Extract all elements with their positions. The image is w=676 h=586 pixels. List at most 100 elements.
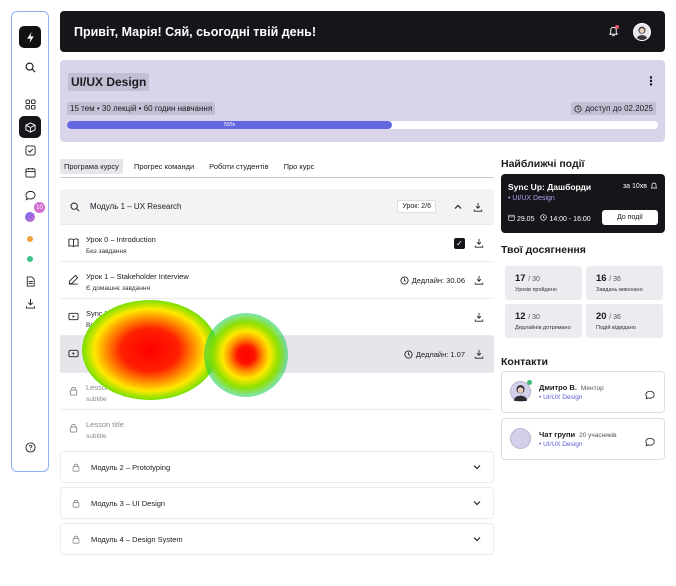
lesson-subtitle: Відеозап [86, 322, 113, 329]
access-text: доступ до 02.2025 [585, 104, 653, 113]
clock-icon [540, 214, 548, 221]
more-menu-icon[interactable]: ⋮ [645, 74, 657, 88]
achievement-value: 17 / 30 [515, 273, 540, 284]
download-icon[interactable] [472, 201, 484, 213]
go-to-event-button[interactable]: До події [602, 210, 658, 225]
event-time: 14:00 - 16:00 [540, 214, 591, 223]
event-time-text: 14:00 - 16:00 [549, 216, 591, 223]
clock-icon [404, 349, 413, 359]
tab-student-works[interactable]: Роботи студентів [205, 159, 272, 174]
help-icon[interactable] [19, 436, 41, 458]
lesson-item-locked[interactable]: Lesson title subtitle [60, 409, 494, 450]
lesson-title: Урок 0 – Introduction [86, 235, 156, 244]
contact-tag: • UI/UX Design [539, 441, 583, 448]
lightning-icon[interactable] [19, 26, 41, 48]
course-meta: 15 тем • 30 лекцій • 60 годин навчання [67, 102, 216, 115]
tab-program[interactable]: Програма курсу [60, 159, 123, 174]
achievement-count: 20 [596, 311, 607, 322]
notifications-icon[interactable]: 10 [19, 202, 45, 228]
lesson-item[interactable]: Лекц subtit Дедлайн: 1.07 [60, 335, 494, 372]
module-1-header[interactable]: Модуль 1 – UX Research Урок: 2/6 [60, 189, 494, 224]
chevron-up-icon[interactable] [452, 201, 464, 213]
tab-about[interactable]: Про курс [280, 159, 319, 174]
completed-checkbox[interactable]: ✓ [454, 237, 465, 249]
contact-tag-text: UI/UX Design [543, 441, 583, 448]
contact-role: 20 учасників [579, 432, 617, 439]
deadline: Дедлайн: 1.07 [404, 350, 465, 359]
event-title: Sync Up: Дашборди [508, 182, 592, 192]
video-icon [68, 348, 80, 360]
download-icon[interactable] [473, 311, 485, 323]
access-badge: доступ до 02.2025 [571, 102, 656, 115]
contact-tag-text: UI/UX Design [543, 394, 583, 401]
bell-icon[interactable] [603, 22, 623, 42]
lesson-item[interactable]: Урок 0 – Introduction Без завдання ✓ [60, 224, 494, 261]
lesson-title: Sync Up – 1 [86, 309, 127, 318]
tab-team-progress[interactable]: Прогрес команди [130, 159, 198, 174]
achievements-heading: Твої досягнення [501, 244, 586, 256]
download-icon[interactable] [473, 274, 485, 286]
bell-dot [615, 24, 619, 29]
lock-icon [68, 385, 80, 397]
download-icon[interactable] [473, 348, 485, 360]
achievement-value: 20 / 36 [596, 311, 621, 322]
lesson-item[interactable]: Sync Up – 1 Відеозап [60, 298, 494, 335]
chevron-down-icon[interactable] [471, 497, 483, 509]
progress-fill: 55% [67, 121, 393, 129]
group-avatar [510, 428, 531, 449]
contact-item[interactable]: Чат групи 20 учасників • UI/UX Design [501, 418, 665, 460]
module-2-row[interactable]: Модуль 2 – Prototyping [60, 451, 494, 483]
online-indicator [527, 380, 532, 385]
chevron-down-icon[interactable] [471, 461, 483, 473]
event-tag-text: UI/UX Design [512, 195, 555, 202]
achievement-count: 12 [515, 311, 526, 322]
search-icon[interactable] [19, 56, 41, 78]
download-icon[interactable] [19, 292, 41, 314]
event-starts-in-text: за 10хв [622, 182, 647, 190]
lesson-title: Урок 1 – Stakeholder Interview [86, 272, 189, 281]
avatar[interactable] [633, 22, 651, 41]
course-title: UI/UX Design [68, 73, 150, 91]
module-4-row[interactable]: Модуль 4 – Design System [60, 523, 494, 555]
course-tabs: Програма курсу Прогрес команди Роботи ст… [60, 156, 494, 178]
achievement-total: / 30 [528, 314, 540, 321]
achievement-value: 12 / 30 [515, 311, 540, 322]
checkbox-icon[interactable] [19, 139, 41, 161]
progress-label: 55% [224, 122, 236, 128]
green-dot[interactable] [19, 248, 41, 270]
contact-name-text: Дмитро В. [539, 383, 577, 392]
lesson-count-badge: Урок: 2/6 [397, 200, 436, 213]
contact-tag: • UI/UX Design [539, 394, 583, 401]
lesson-item-locked[interactable]: Lesson title subtitle [60, 372, 494, 409]
lock-icon [71, 498, 83, 508]
download-icon[interactable] [473, 237, 485, 249]
chevron-down-icon[interactable] [471, 533, 483, 545]
lesson-subtitle: subtitle [86, 396, 107, 403]
lesson-title: Lesson title [86, 420, 124, 429]
grid-icon[interactable] [19, 93, 41, 115]
achievement-card: 16 / 36 Завдань виконано [586, 266, 663, 300]
contact-role: Ментор [580, 385, 604, 392]
lesson-item[interactable]: Урок 1 – Stakeholder Interview Є домашнє… [60, 261, 494, 298]
chat-icon[interactable] [645, 387, 656, 400]
document-icon[interactable] [19, 270, 41, 292]
contact-item[interactable]: Дмитро В. Ментор • UI/UX Design [501, 371, 665, 413]
event-date: 29.05 [508, 214, 534, 223]
achievement-label: Завдань виконано [596, 287, 643, 293]
lesson-subtitle: subtitle [86, 433, 107, 440]
achievement-count: 17 [515, 273, 526, 284]
chat-icon[interactable] [645, 434, 656, 447]
events-heading: Найближчі події [501, 158, 585, 170]
lesson-subtitle: Є домашнє завдання [86, 285, 150, 292]
search-icon[interactable] [70, 202, 82, 212]
achievement-label: Уроків пройдено [515, 287, 557, 293]
deadline-text: Дедлайн: 1.07 [415, 349, 465, 359]
module-3-row[interactable]: Модуль 3 – UI Design [60, 487, 494, 519]
calendar-icon[interactable] [19, 161, 41, 183]
orange-dot[interactable] [19, 228, 41, 250]
achievement-total: / 36 [609, 314, 621, 321]
lesson-title: Lesson title [86, 383, 124, 392]
cube-icon[interactable] [19, 116, 41, 138]
lock-icon [68, 422, 80, 434]
event-starts-in: за 10хв [623, 182, 658, 190]
